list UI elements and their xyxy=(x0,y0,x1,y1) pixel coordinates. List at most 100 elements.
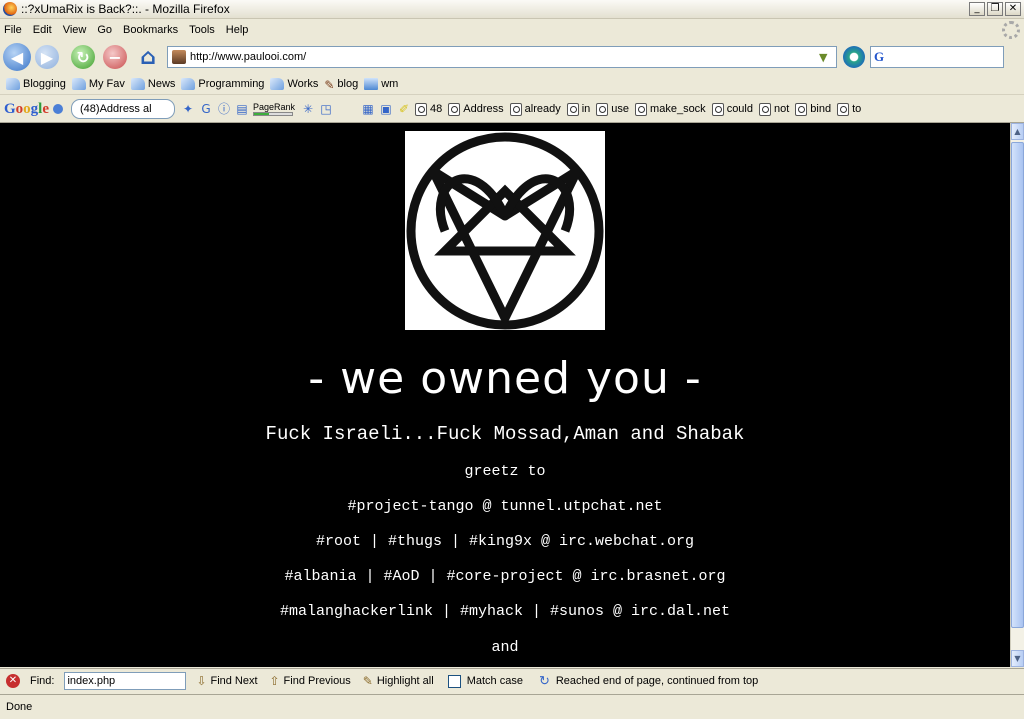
go-button[interactable] xyxy=(843,46,865,68)
search-term-in[interactable]: in xyxy=(566,102,590,116)
stop-button[interactable]: − xyxy=(103,45,127,69)
folder-icon xyxy=(181,77,196,90)
title-bar: ::?xUmaRix is Back?::. - Mozilla Firefox… xyxy=(0,0,1024,19)
bookmark-blog[interactable]: ✎ blog xyxy=(324,78,358,92)
pagerank-indicator[interactable]: PageRank xyxy=(253,102,295,116)
page-headline: - we owned you - xyxy=(308,353,702,404)
bookmark-works[interactable]: Works xyxy=(270,77,318,90)
find-label: Find: xyxy=(30,675,55,687)
search-term-to[interactable]: to xyxy=(837,102,861,116)
close-button[interactable]: ✕ xyxy=(1005,2,1021,16)
pagerank-label: PageRank xyxy=(253,102,296,112)
google-menu-dropdown-icon[interactable] xyxy=(53,104,64,114)
google-search-input[interactable]: (48)Address al xyxy=(71,99,176,119)
magnifier-icon xyxy=(448,102,461,116)
scroll-down-icon[interactable]: ▼ xyxy=(1011,650,1024,667)
window-title: ::?xUmaRix is Back?::. - Mozilla Firefox xyxy=(21,2,230,16)
find-input[interactable]: index.php xyxy=(64,672,187,690)
close-find-icon[interactable]: ✕ xyxy=(6,674,20,688)
search-term-use[interactable]: use xyxy=(596,102,629,116)
menu-bar: File Edit View Go Bookmarks Tools Help xyxy=(0,19,1024,41)
greetz-channel-line: #malanghackerlink | #myhack | #sunos @ i… xyxy=(279,603,731,620)
minimize-button[interactable]: _ xyxy=(969,2,985,16)
throbber-icon xyxy=(1002,21,1020,39)
menu-edit[interactable]: Edit xyxy=(33,24,52,36)
find-bar: ✕ Find: index.php ⇩ Find Next ⇧ Find Previ… xyxy=(0,668,1024,693)
match-case-label[interactable]: Match case xyxy=(467,675,523,687)
status-text: Done xyxy=(6,701,33,713)
magnifier-icon xyxy=(566,102,579,116)
page-subline: Fuck Israeli...Fuck Mossad,Aman and Shab… xyxy=(265,423,745,445)
folder-icon xyxy=(130,77,145,90)
menu-tools[interactable]: Tools xyxy=(189,24,215,36)
bookmark-programming[interactable]: Programming xyxy=(181,77,264,90)
search-term-not[interactable]: not xyxy=(758,102,789,116)
menu-go[interactable]: Go xyxy=(97,24,112,36)
google-toolbar: Google (48)Address al ✦ G ⓘ ▤ PageRank ✳… xyxy=(0,96,1024,123)
autofill-icon[interactable]: ▦ xyxy=(361,102,375,116)
bookmarks-toolbar: Blogging My Fav News Programming Works ✎… xyxy=(0,73,1024,95)
find-next-button[interactable]: ⇩ Find Next xyxy=(194,674,257,688)
bookmark-my-fav[interactable]: My Fav xyxy=(71,77,125,90)
greetz-channel-line: #root | #thugs | #king9x @ irc.webchat.o… xyxy=(315,533,695,550)
highlight-all-button[interactable]: ✎ Highlight all xyxy=(361,674,434,688)
search-web-icon[interactable]: ✦ xyxy=(181,102,195,116)
greetz-and-line: and xyxy=(491,639,519,656)
greetz-line: greetz to xyxy=(464,463,546,480)
url-dropdown-icon[interactable]: ▼ xyxy=(819,51,833,64)
search-term-bind[interactable]: bind xyxy=(795,102,831,116)
scroll-up-icon[interactable]: ▲ xyxy=(1011,123,1024,140)
menu-help[interactable]: Help xyxy=(226,24,249,36)
reload-button[interactable]: ↻ xyxy=(71,45,95,69)
magnifier-icon xyxy=(795,102,808,116)
magnifier-icon xyxy=(596,102,609,116)
find-previous-button[interactable]: ⇧ Find Previous xyxy=(268,674,351,688)
status-bar: Done xyxy=(0,694,1024,719)
arrow-up-icon: ⇧ xyxy=(269,674,280,688)
bookmark-news[interactable]: News xyxy=(130,77,175,90)
vertical-scrollbar[interactable]: ▲ ▼ xyxy=(1010,123,1024,667)
back-button[interactable]: ◀ xyxy=(3,43,31,71)
greetz-channel-line: #albania | #AoD | #core-project @ irc.br… xyxy=(284,568,726,585)
search-term-make-sock[interactable]: make_sock xyxy=(635,102,706,116)
window-controls: _ ❐ ✕ xyxy=(969,2,1021,16)
magnifier-icon xyxy=(758,102,771,116)
arrow-down-icon: ⇩ xyxy=(196,674,207,688)
sparkle-icon[interactable]: ✳ xyxy=(301,102,315,116)
greetz-channel-line: #project-tango @ tunnel.utpchat.net xyxy=(347,498,663,515)
scroll-thumb[interactable] xyxy=(1011,142,1024,628)
highlighter-icon[interactable]: ✐ xyxy=(397,102,411,116)
menu-file[interactable]: File xyxy=(4,24,22,36)
home-button[interactable]: ⌂ xyxy=(135,44,161,70)
forward-button[interactable]: ▶ xyxy=(35,45,59,69)
firefox-logo-icon xyxy=(3,2,17,16)
folder-icon xyxy=(270,77,285,90)
popup-blocker-icon[interactable]: ▤ xyxy=(235,102,249,116)
search-term-48[interactable]: 48 xyxy=(415,102,442,116)
search-term-could[interactable]: could xyxy=(711,102,753,116)
search-term-address[interactable]: Address xyxy=(448,102,504,116)
rss-icon[interactable]: ◳ xyxy=(319,102,333,116)
url-input[interactable]: http://www.paulooi.com/ xyxy=(190,51,819,63)
match-case-checkbox[interactable] xyxy=(447,674,461,688)
bookmark-blogging[interactable]: Blogging xyxy=(6,77,66,90)
address-bar[interactable]: http://www.paulooi.com/ ▼ xyxy=(167,46,837,68)
google-g-icon[interactable]: G xyxy=(199,102,213,116)
restore-button[interactable]: ❐ xyxy=(987,2,1003,16)
info-icon[interactable]: ⓘ xyxy=(217,102,231,116)
magnifier-icon xyxy=(711,102,724,116)
search-box[interactable]: G xyxy=(870,46,1004,68)
heartagram-icon xyxy=(406,132,604,330)
magnifier-icon xyxy=(635,102,648,116)
wrapped-search-icon: ↻ xyxy=(538,673,550,688)
magnifier-icon xyxy=(837,102,850,116)
site-favicon-icon xyxy=(172,50,186,64)
magnifier-icon xyxy=(415,102,428,116)
bookmark-wm[interactable]: wm xyxy=(364,77,398,90)
menu-bookmarks[interactable]: Bookmarks xyxy=(123,24,178,36)
google-logo[interactable]: Google xyxy=(4,101,49,118)
google-search-engine-icon[interactable]: G xyxy=(874,49,884,65)
translate-icon[interactable]: ▣ xyxy=(379,102,393,116)
search-term-already[interactable]: already xyxy=(509,102,561,116)
menu-view[interactable]: View xyxy=(63,24,87,36)
